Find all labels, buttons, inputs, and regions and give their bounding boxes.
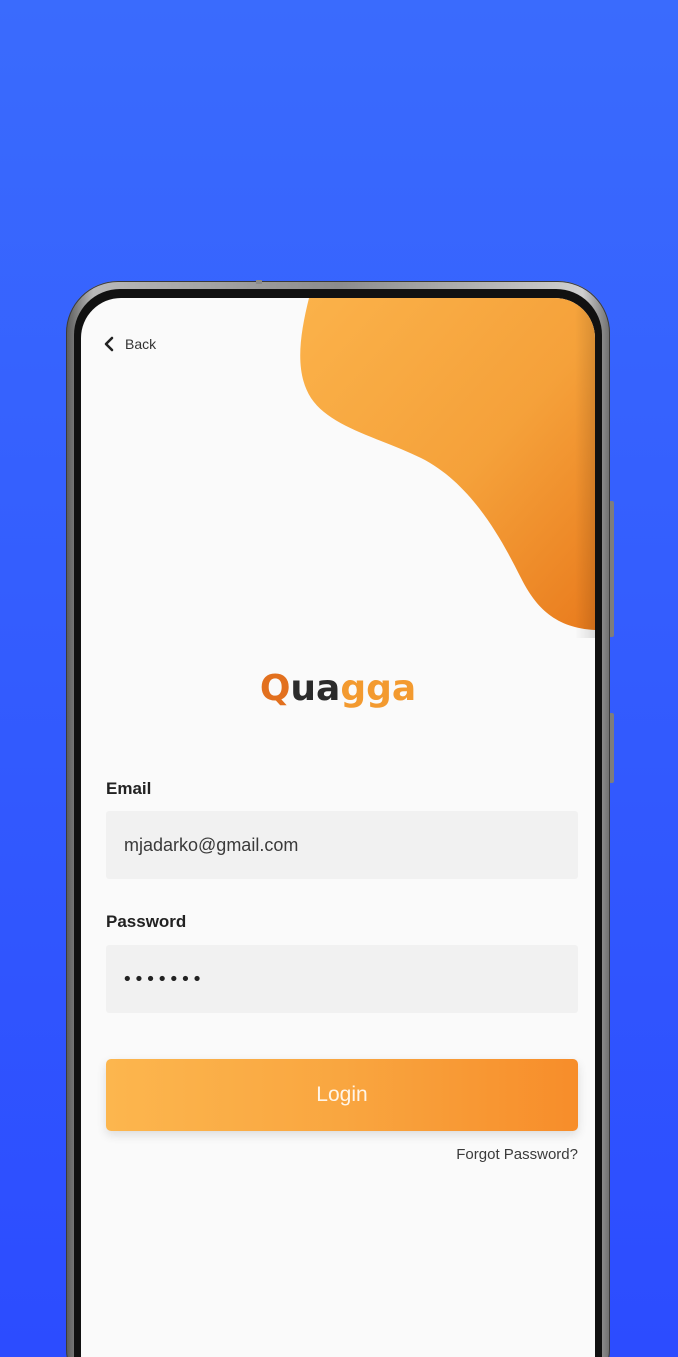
brand-logo-gga: gga [340,668,417,709]
login-button[interactable]: Login [106,1059,578,1131]
back-label: Back [125,336,157,352]
back-button[interactable]: Back [103,336,156,352]
password-field[interactable]: ••••••• [106,945,578,1013]
password-label: Password [106,912,187,931]
email-label: Email [106,779,152,798]
brand-logo-ua: ua [290,668,341,709]
email-field-container [106,811,578,879]
email-field[interactable] [122,833,578,857]
password-masked-value: ••••••• [122,968,204,990]
decorative-orange-blob [300,298,595,638]
phone-frame: Back Quagga Email Password ••••••• Login… [66,280,614,1357]
phone-power-button [610,713,614,783]
brand-logo-q: Q [259,668,291,709]
brand-logo: Quagga [81,668,595,709]
phone-volume-button [610,501,614,637]
phone-top-seam [256,280,262,284]
login-screen: Back Quagga Email Password ••••••• Login… [81,298,595,1357]
forgot-password-link[interactable]: Forgot Password? [456,1146,578,1163]
chevron-left-icon [104,336,114,352]
